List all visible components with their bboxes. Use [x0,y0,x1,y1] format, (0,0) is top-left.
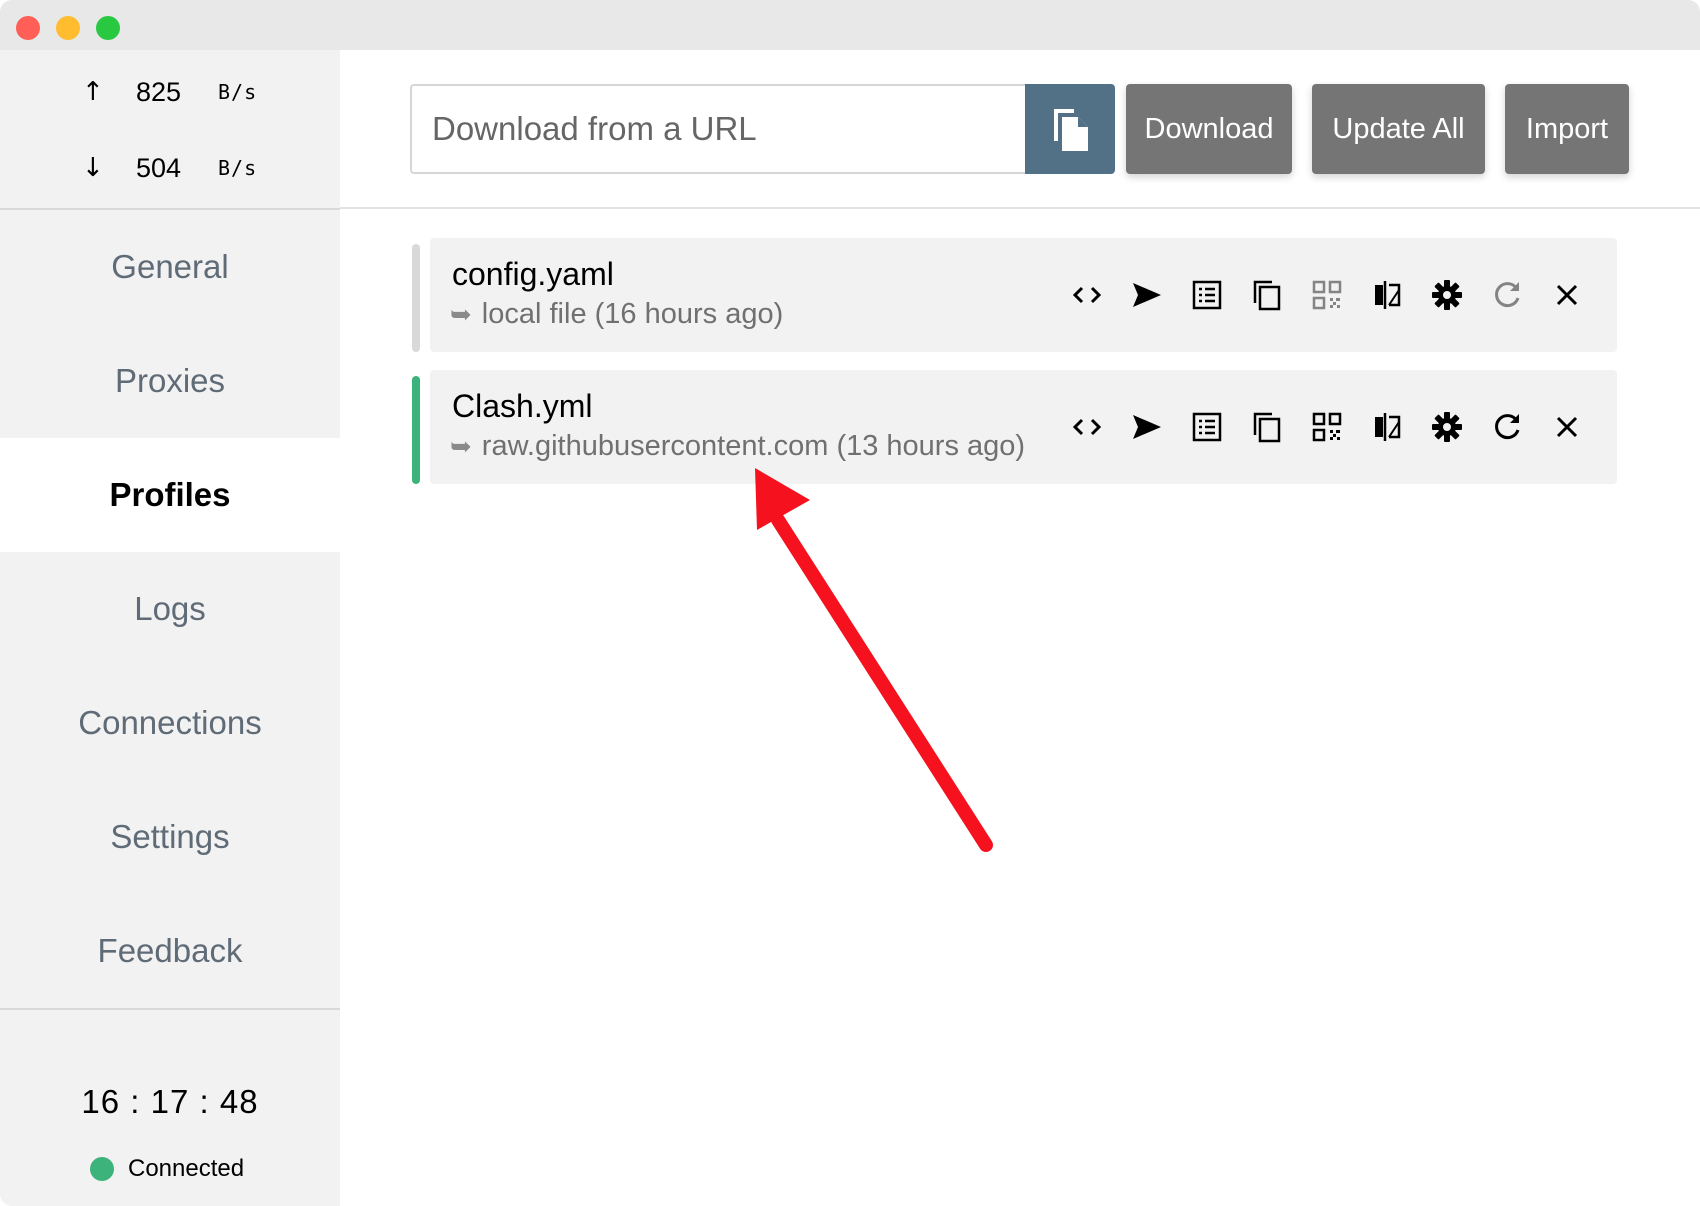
compare-icon [1375,413,1401,441]
send-icon [1133,415,1161,439]
download-speed-value: 504 [136,152,182,183]
status-label: Connected [128,1155,245,1182]
qr-code-icon [1312,280,1342,310]
upload-arrow-icon: ↑ [82,77,104,107]
download-arrow-icon: ↓ [82,153,104,183]
send-button[interactable] [1120,400,1174,454]
send-button[interactable] [1120,268,1174,322]
sidebar-item-connections[interactable]: Connections [0,666,340,780]
upload-speed: ↑ 825 B/s [0,72,340,112]
connection-status: Connected [90,1154,244,1184]
compare-icon [1375,281,1401,309]
copy-button[interactable] [1240,400,1294,454]
sidebar-item-proxies[interactable]: Proxies [0,324,340,438]
profile-card-body[interactable]: config.yaml ➥ local file (16 hours ago) [430,238,1617,352]
refresh-button[interactable] [1480,400,1534,454]
sidebar-item-settings[interactable]: Settings [0,780,340,894]
list-button[interactable] [1180,400,1234,454]
minimize-window-button[interactable] [56,16,80,40]
copy-icon [1253,412,1281,443]
close-icon [1556,416,1578,438]
refresh-button[interactable] [1480,268,1534,322]
code-icon [1072,286,1102,304]
qr-code-icon [1312,412,1342,442]
sidebar-item-general[interactable]: General [0,210,340,324]
profile-selected-indicator [412,376,420,484]
profile-source-text: raw.githubusercontent.com (13 hours ago) [481,430,1026,462]
qr-code-button[interactable] [1300,400,1354,454]
sidebar-item-feedback[interactable]: Feedback [0,894,340,1008]
close-window-button[interactable] [16,16,40,40]
profile-name: config.yaml [452,256,614,292]
paste-icon [1054,109,1088,151]
code-icon [1072,418,1102,436]
compare-button[interactable] [1360,268,1414,322]
import-button[interactable]: Import [1505,84,1629,174]
sidebar: ↑ 825 B/s ↓ 504 B/s General Proxies Prof… [0,50,340,1206]
toolbar-divider [340,207,1700,209]
profile-name: Clash.yml [452,388,593,424]
profile-source: ➥ local file (16 hours ago) [450,298,783,331]
delete-button[interactable] [1540,400,1594,454]
download-speed-unit: B/s [218,156,258,180]
list-icon [1192,412,1222,442]
list-button[interactable] [1180,268,1234,322]
profile-selected-indicator [412,244,420,352]
sidebar-item-profiles[interactable]: Profiles [0,438,340,552]
delete-button[interactable] [1540,268,1594,322]
zoom-window-button[interactable] [96,16,120,40]
settings-button[interactable] [1420,400,1474,454]
sidebar-item-logs[interactable]: Logs [0,552,340,666]
upload-speed-value: 825 [136,76,182,107]
upload-speed-unit: B/s [218,80,258,104]
paste-button[interactable] [1025,84,1115,174]
profile-source-text: local file (16 hours ago) [481,298,784,330]
download-speed: ↓ 504 B/s [0,148,340,188]
source-arrow-icon: ➥ [450,431,472,462]
profile-card[interactable]: Clash.yml ➥ raw.githubusercontent.com (1… [412,370,1617,484]
source-arrow-icon: ➥ [450,299,472,330]
close-icon [1556,284,1578,306]
app-window: ↑ 825 B/s ↓ 504 B/s General Proxies Prof… [0,0,1700,1206]
refresh-icon [1495,282,1520,308]
profile-card-body[interactable]: Clash.yml ➥ raw.githubusercontent.com (1… [430,370,1617,484]
profile-source: ➥ raw.githubusercontent.com (13 hours ag… [450,430,1025,463]
copy-button[interactable] [1240,268,1294,322]
list-icon [1192,280,1222,310]
edit-code-button[interactable] [1060,268,1114,322]
title-bar [0,0,1700,50]
clock: 16 : 17 : 48 [81,1083,259,1120]
refresh-icon [1495,414,1520,440]
sidebar-footer-divider [0,1008,340,1010]
settings-button[interactable] [1420,268,1474,322]
qr-code-button[interactable] [1300,268,1354,322]
send-icon [1133,283,1161,307]
gear-icon [1432,280,1462,310]
gear-icon [1432,412,1462,442]
update-all-button[interactable]: Update All [1312,84,1485,174]
status-dot-icon [90,1157,114,1181]
copy-icon [1253,280,1281,311]
profile-card[interactable]: config.yaml ➥ local file (16 hours ago) [412,238,1617,352]
edit-code-button[interactable] [1060,400,1114,454]
download-button[interactable]: Download [1126,84,1292,174]
url-input[interactable] [410,84,1028,174]
compare-button[interactable] [1360,400,1414,454]
